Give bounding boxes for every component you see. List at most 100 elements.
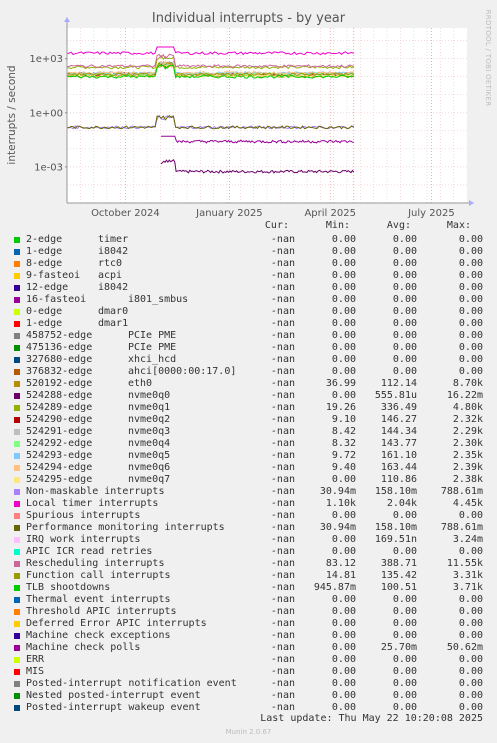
legend-max-value: 0.00: [458, 630, 483, 641]
legend-avg-value: 0.00: [392, 366, 417, 377]
legend-min-value: 0.00: [331, 282, 356, 293]
legend-series-name: TLB shootdowns: [26, 582, 111, 593]
legend-series-name: 9-fasteoi: [26, 270, 81, 281]
legend-swatch: [14, 537, 20, 543]
legend-row: Local timer interrupts -nan 1.10k 2.04k 4.45…: [0, 498, 497, 510]
legend-swatch: [14, 633, 20, 639]
legend-series-label: nvme0q0: [128, 390, 171, 401]
legend-row: 0-edge dmar0 -nan 0.00 0.00 0.00: [0, 306, 497, 318]
legend-series-name: 524291-edge: [26, 426, 93, 437]
legend-cur-value: -nan: [270, 630, 295, 641]
legend-avg-value: 163.44: [380, 462, 417, 473]
legend-min-value: 0.00: [331, 618, 356, 629]
y-axis-arrow: [64, 17, 70, 22]
legend-avg-value: 0.00: [392, 282, 417, 293]
legend-cur-value: -nan: [270, 414, 295, 425]
legend-series-name: 458752-edge: [26, 330, 93, 341]
legend-avg-value: 0.00: [392, 510, 417, 521]
legend-swatch: [14, 513, 20, 519]
legend-min-value: 0.00: [331, 630, 356, 641]
legend-min-value: 30.94m: [319, 486, 356, 497]
legend-cur-value: -nan: [270, 342, 295, 353]
legend-min-value: 0.00: [331, 654, 356, 665]
legend-swatch: [14, 693, 20, 699]
legend-series-name: Local timer interrupts: [26, 498, 159, 509]
legend-min-value: 1.10k: [325, 498, 356, 509]
legend-swatch: [14, 345, 20, 351]
legend-series-label: timer: [98, 234, 129, 245]
legend-max-value: 2.30k: [452, 438, 483, 449]
legend-avg-value: 0.00: [392, 678, 417, 689]
legend-series-name: 524289-edge: [26, 402, 93, 413]
legend-avg-value: 158.10m: [374, 522, 417, 533]
legend-avg-value: 0.00: [392, 594, 417, 605]
legend-series-label: ahci[0000:00:17.0]: [128, 366, 237, 377]
legend-min-value: 0.00: [331, 594, 356, 605]
legend-cur-value: -nan: [270, 474, 295, 485]
legend-series-name: ERR: [26, 654, 45, 665]
legend-series-label: acpi: [98, 270, 123, 281]
legend-min-value: 0.00: [331, 318, 356, 329]
legend-min-value: 945.87m: [313, 582, 356, 593]
legend-cur-value: -nan: [270, 354, 295, 365]
legend-max-value: 3.24m: [452, 534, 483, 545]
legend-max-value: 0.00: [458, 690, 483, 701]
legend-series-name: 376832-edge: [26, 366, 93, 377]
legend-max-value: 0.00: [458, 546, 483, 557]
legend-max-value: 0.00: [458, 306, 483, 317]
legend-max-value: 50.62m: [446, 642, 483, 653]
legend-max-value: 0.00: [458, 510, 483, 521]
legend-row: 524290-edge nvme0q2 -nan 9.10 146.27 2.32k: [0, 414, 497, 426]
x-axis-arrow: [469, 200, 474, 206]
legend-swatch: [14, 501, 20, 507]
legend-min-value: 0.00: [331, 510, 356, 521]
legend-cur-value: -nan: [270, 378, 295, 389]
legend-avg-value: 0.00: [392, 258, 417, 269]
legend-series-label: nvme0q5: [128, 450, 171, 461]
legend-row: 520192-edge eth0 -nan 36.99 112.14 8.70k: [0, 378, 497, 390]
legend-max-value: 3.71k: [452, 582, 483, 593]
x-tick-label: January 2025: [195, 208, 263, 219]
legend-min-value: 0.00: [331, 234, 356, 245]
legend-swatch: [14, 645, 20, 651]
legend-row: 524288-edge nvme0q0 -nan 0.00 555.81u 16.22m: [0, 390, 497, 402]
legend-cur-value: -nan: [270, 498, 295, 509]
legend-series-name: 524288-edge: [26, 390, 93, 401]
legend-row: Rescheduling interrupts -nan 83.12 388.71 11…: [0, 558, 497, 570]
legend-swatch: [14, 237, 20, 243]
legend-cur-value: -nan: [270, 654, 295, 665]
legend-max-value: 3.31k: [452, 570, 483, 581]
legend-swatch: [14, 393, 20, 399]
legend-series-name: 1-edge: [26, 318, 63, 329]
legend-row: Spurious interrupts -nan 0.00 0.00 0.00: [0, 510, 497, 522]
legend-avg-value: 25.70m: [380, 642, 417, 653]
legend-cur-value: -nan: [270, 294, 295, 305]
legend-max-value: 0.00: [458, 354, 483, 365]
legend-avg-value: 0.00: [392, 294, 417, 305]
legend-row: 524289-edge nvme0q1 -nan 19.26 336.49 4.80k: [0, 402, 497, 414]
legend-min-value: 0.00: [331, 294, 356, 305]
legend-row: 9-fasteoi acpi -nan 0.00 0.00 0.00: [0, 270, 497, 282]
legend-cur-value: -nan: [270, 462, 295, 473]
legend-avg-value: 336.49: [380, 402, 417, 413]
legend-min-value: 9.72: [331, 450, 356, 461]
legend-min-value: 83.12: [325, 558, 356, 569]
legend-row: 458752-edge PCIe PME -nan 0.00 0.00 0.00: [0, 330, 497, 342]
legend-max-value: 788.61m: [440, 522, 483, 533]
legend-series-label: nvme0q3: [128, 426, 171, 437]
legend-row: Performance monitoring interrupts -nan 30.…: [0, 522, 497, 534]
legend-swatch: [14, 705, 20, 711]
legend-swatch: [14, 525, 20, 531]
legend-avg-value: 0.00: [392, 234, 417, 245]
legend-min-value: 0.00: [331, 354, 356, 365]
legend-series-name: 520192-edge: [26, 378, 93, 389]
legend-min-value: 0.00: [331, 330, 356, 341]
legend-swatch: [14, 561, 20, 567]
legend-cur-value: -nan: [270, 690, 295, 701]
legend-series-label: PCIe PME: [128, 330, 177, 341]
legend-avg-value: 2.04k: [386, 498, 417, 509]
legend-swatch: [14, 333, 20, 339]
legend-min-value: 0.00: [331, 606, 356, 617]
legend-row: 524293-edge nvme0q5 -nan 9.72 161.10 2.35k: [0, 450, 497, 462]
legend-row: 524292-edge nvme0q4 -nan 8.32 143.77 2.30k: [0, 438, 497, 450]
